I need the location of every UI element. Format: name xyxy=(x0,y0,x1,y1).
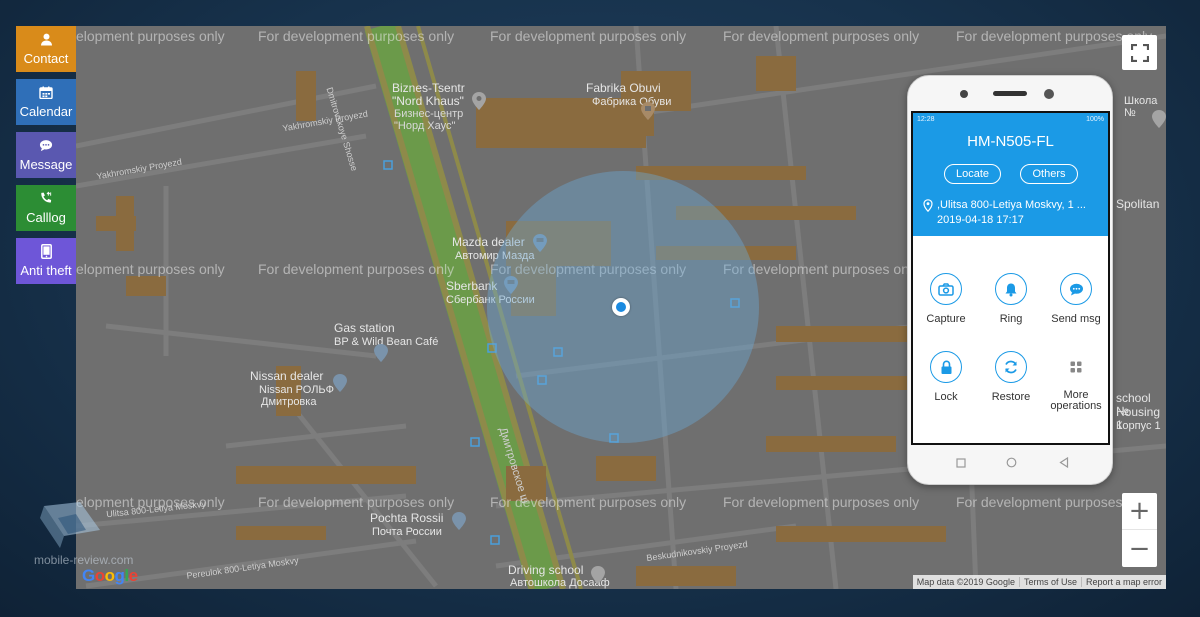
lock-icon xyxy=(941,359,951,374)
zoom-out-button[interactable]: − xyxy=(1122,530,1157,567)
post-office-pin-icon xyxy=(452,512,466,530)
zoom-control: + − xyxy=(1122,493,1157,567)
phone-sensor xyxy=(960,90,968,98)
sidebar-item-label: Message xyxy=(19,157,73,172)
poi-label: Nissan РОЛЬФ xyxy=(259,384,335,396)
bell-icon xyxy=(1005,283,1017,296)
map-watermark: For development purposes only xyxy=(723,28,920,44)
home-icon[interactable] xyxy=(1006,455,1017,473)
sidebar-item-contact[interactable]: Contact xyxy=(16,26,76,72)
map-data-text: Map data ©2019 Google xyxy=(916,577,1015,587)
fullscreen-button[interactable] xyxy=(1122,35,1157,70)
gas-pin-icon xyxy=(374,344,388,362)
action-label: Capture xyxy=(926,313,966,325)
tablet-icon xyxy=(39,243,53,259)
sidebar-item-calendar[interactable]: Calendar xyxy=(16,79,76,125)
chat-icon xyxy=(39,138,53,152)
restore-button[interactable]: Restore xyxy=(979,351,1043,403)
poi-label: Nissan dealer xyxy=(250,369,324,383)
person-icon xyxy=(39,32,53,46)
back-icon[interactable] xyxy=(1059,455,1069,473)
site-watermark: mobile-review.com xyxy=(34,553,134,567)
poi-label: Бизнес-центр "Норд Хаус" xyxy=(394,108,464,132)
phone-speaker xyxy=(993,91,1027,96)
poi-label: Почта России xyxy=(372,526,442,538)
mobile-review-logo xyxy=(40,502,100,548)
car-dealer-pin-icon xyxy=(333,374,347,392)
sidebar-item-message[interactable]: Message xyxy=(16,132,76,178)
map-watermark: For development purposes only xyxy=(258,28,455,44)
phone-icon xyxy=(39,191,53,205)
calendar-icon xyxy=(39,85,53,99)
send-msg-button[interactable]: Send msg xyxy=(1044,273,1108,325)
map-attribution: Map data ©2019 Google Terms of Use Repor… xyxy=(912,575,1166,589)
phone-camera xyxy=(1044,89,1054,99)
device-name: HM-N505-FL xyxy=(967,133,1054,150)
poi-label: Gas station xyxy=(334,321,395,335)
poi-label: Spolitan xyxy=(1116,197,1160,211)
status-time: 12:28 xyxy=(917,116,935,123)
action-label: Ring xyxy=(999,313,1023,325)
poi-label: Pochta Rossii xyxy=(370,511,444,525)
sidebar-item-label: Calllog xyxy=(26,210,66,225)
message-icon xyxy=(1069,283,1083,295)
map-watermark: For development purposes only xyxy=(723,494,920,510)
status-bar: 12:28 100% xyxy=(917,116,1104,123)
status-battery: 100% xyxy=(1086,116,1104,123)
more-operations-button[interactable]: More operations xyxy=(1044,351,1108,412)
poi-label: Biznes-Tsentr "Nord Khaus" xyxy=(392,81,465,108)
sidebar-item-label: Calendar xyxy=(19,104,73,119)
locate-button[interactable]: Locate xyxy=(944,164,1001,184)
camera-icon xyxy=(938,282,954,296)
sidebar-item-anti-theft[interactable]: Anti theft xyxy=(16,238,76,284)
map-watermark: elopment purposes only xyxy=(76,28,225,44)
device-header: 12:28 100% HM-N505-FL Locate Others ,Uli… xyxy=(913,113,1108,236)
map-watermark: For development purposes only xyxy=(490,28,687,44)
map-watermark: elopment purposes only xyxy=(76,261,225,277)
fullscreen-icon xyxy=(1130,43,1149,62)
poi-label: Fabrika Obuvi xyxy=(586,81,661,95)
shop-pin-icon xyxy=(641,102,655,120)
refresh-icon xyxy=(1005,360,1017,374)
action-label: Lock xyxy=(934,391,958,403)
map-pin-icon xyxy=(591,566,605,584)
map-pin-icon xyxy=(472,92,486,110)
grid-icon xyxy=(1070,361,1082,373)
poi-label: Корпус 1 xyxy=(1116,420,1161,432)
location-timestamp: 2019-04-18 17:17 xyxy=(937,214,1024,226)
zoom-in-button[interactable]: + xyxy=(1122,493,1157,530)
sidebar-item-label: Anti theft xyxy=(20,263,72,278)
poi-label: Driving school xyxy=(508,563,584,577)
report-map-error-link[interactable]: Report a map error xyxy=(1080,577,1166,587)
sidebar: Contact Calendar Message Calllog Anti th… xyxy=(16,26,76,291)
capture-button[interactable]: Capture xyxy=(914,273,978,325)
ring-button[interactable]: Ring xyxy=(979,273,1043,325)
google-logo: Google xyxy=(82,566,138,585)
location-pin-icon xyxy=(923,199,933,212)
recent-apps-icon[interactable] xyxy=(956,455,966,473)
poi-label: Дмитровка xyxy=(261,396,317,408)
school-pin-icon xyxy=(1152,110,1166,128)
sidebar-item-calllog[interactable]: Calllog xyxy=(16,185,76,231)
current-location-marker[interactable] xyxy=(612,298,630,316)
phone-nav-bar xyxy=(908,451,1114,471)
action-label: More operations xyxy=(1050,389,1102,412)
map-watermark: For development purposes only xyxy=(258,494,455,510)
action-label: Restore xyxy=(991,391,1031,403)
phone-panel: 12:28 100% HM-N505-FL Locate Others ,Uli… xyxy=(907,75,1113,485)
lock-button[interactable]: Lock xyxy=(914,351,978,403)
poi-label: Фабрика Обуви xyxy=(592,96,672,108)
sidebar-item-label: Contact xyxy=(23,51,69,66)
action-label: Send msg xyxy=(1051,313,1101,325)
device-address: ,Ulitsa 800-Letiya Moskvy, 1 ... xyxy=(937,199,1086,211)
terms-of-use-link[interactable]: Terms of Use xyxy=(1018,577,1081,587)
others-button[interactable]: Others xyxy=(1020,164,1078,184)
map-watermark: For development purposes only xyxy=(258,261,455,277)
phone-screen: 12:28 100% HM-N505-FL Locate Others ,Uli… xyxy=(911,111,1110,445)
